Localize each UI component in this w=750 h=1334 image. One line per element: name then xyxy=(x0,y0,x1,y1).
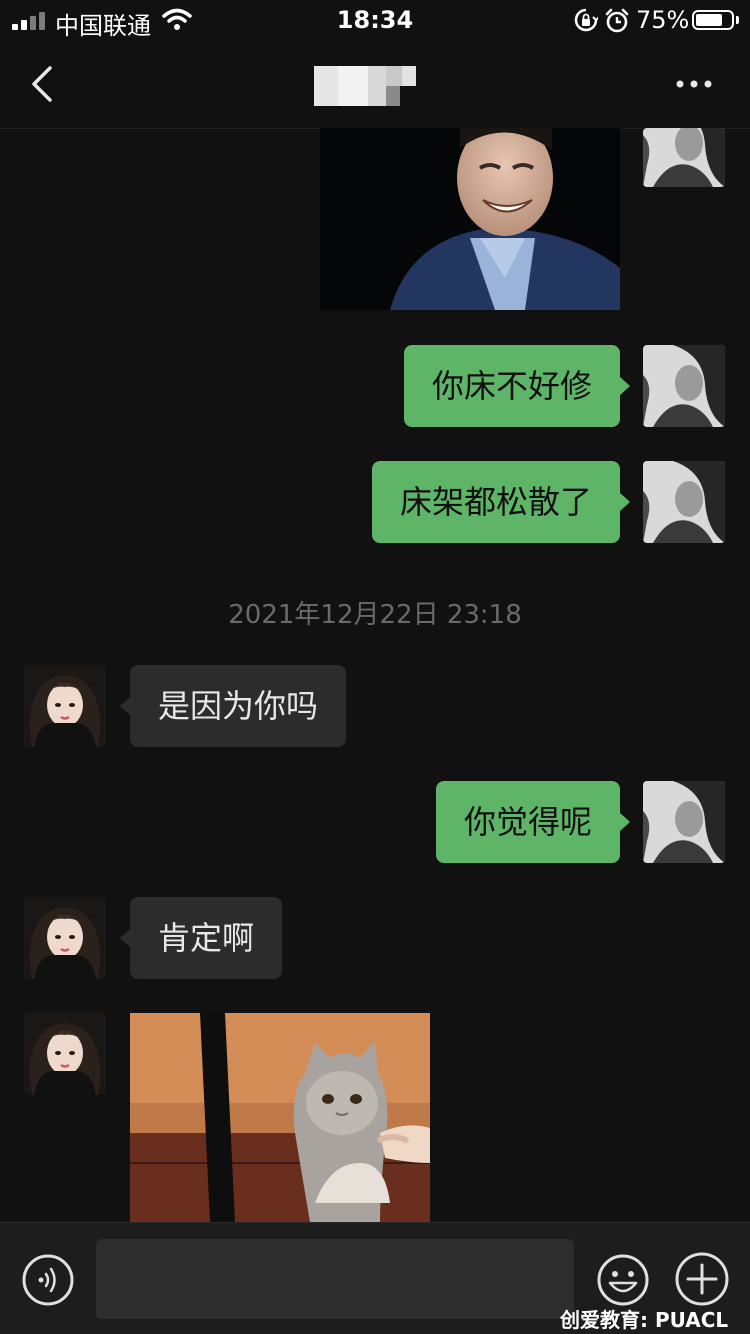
plus-icon[interactable] xyxy=(674,1251,730,1307)
my-avatar[interactable] xyxy=(643,461,725,543)
message-list[interactable]: 你床不好修 床架都松散了 2021年12月22日 23:18 是因为你吗 你觉得… xyxy=(0,128,750,1222)
chevron-left-icon[interactable] xyxy=(22,60,62,108)
message-timestamp: 2021年12月22日 23:18 xyxy=(228,600,522,630)
orientation-lock-icon xyxy=(574,8,598,32)
contact-avatar[interactable] xyxy=(24,665,106,747)
sticker-image-laughing-man[interactable] xyxy=(320,128,620,310)
my-avatar[interactable] xyxy=(643,345,725,427)
chat-nav-bar xyxy=(0,40,750,129)
battery-percent: 75% xyxy=(636,6,690,34)
message-bubble-mine[interactable]: 你床不好修 xyxy=(403,345,620,427)
my-avatar[interactable] xyxy=(643,781,725,863)
emoji-icon[interactable] xyxy=(596,1253,650,1307)
bubble-tail xyxy=(619,812,630,832)
battery-fill xyxy=(696,14,722,26)
message-bubble-mine[interactable]: 你觉得呢 xyxy=(435,781,620,863)
message-input[interactable] xyxy=(96,1239,574,1319)
battery-nub xyxy=(736,16,739,24)
message-bubble-theirs[interactable]: 是因为你吗 xyxy=(130,665,347,747)
battery-icon xyxy=(692,10,734,30)
contact-name-blurred xyxy=(314,66,416,106)
more-dots-icon[interactable] xyxy=(672,62,716,106)
watermark: 创爱教育: PUACL xyxy=(560,1308,729,1332)
voice-icon[interactable] xyxy=(21,1253,75,1307)
contact-avatar[interactable] xyxy=(24,1013,106,1095)
message-bubble-theirs[interactable]: 肯定啊 xyxy=(130,897,283,979)
sticker-image-grumpy-cat[interactable] xyxy=(130,1013,430,1222)
contact-avatar[interactable] xyxy=(24,897,106,979)
bubble-tail xyxy=(619,492,630,512)
alarm-icon xyxy=(605,8,629,33)
message-bubble-mine[interactable]: 床架都松散了 xyxy=(371,461,620,543)
my-avatar[interactable] xyxy=(643,128,725,187)
status-bar: 中国联通 18:34 75% xyxy=(0,0,750,40)
bubble-tail xyxy=(619,376,630,396)
chat-screen: 中国联通 18:34 75% 你床不好修 床架都松散了 2021年12月22日 … xyxy=(0,0,750,1334)
